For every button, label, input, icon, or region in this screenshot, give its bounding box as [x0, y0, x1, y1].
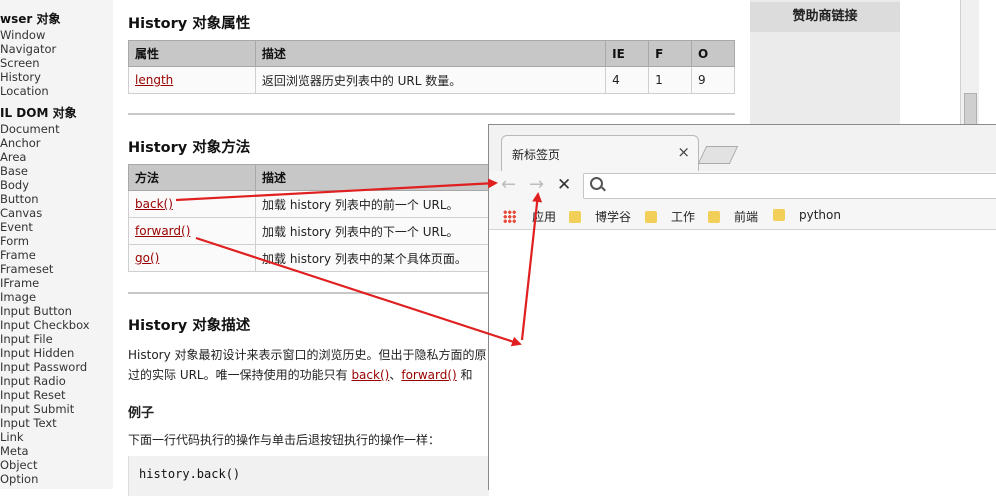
bookmark-label: 前端	[734, 210, 759, 224]
example-text: 下面一行代码执行的操作与单击后退按钮执行的操作一样：	[128, 433, 441, 447]
sidebar-item-body[interactable]: Body	[0, 178, 113, 192]
sidebar-item-anchor[interactable]: Anchor	[0, 136, 113, 150]
description-line-1: History 对象最初设计来表示窗口的浏览历史。但出于隐私方面的原	[128, 348, 487, 362]
table-row: length 返回浏览器历史列表中的 URL 数量。 4 1 9	[128, 66, 735, 94]
stop-icon[interactable]: ✕	[557, 174, 571, 196]
bookmark-boxuegu[interactable]: 博学谷	[569, 208, 631, 225]
browser-toolbar: ← → ✕	[489, 171, 996, 201]
search-icon	[590, 177, 603, 190]
sidebar-item-screen[interactable]: Screen	[0, 56, 113, 70]
tab-title: 新标签页	[512, 148, 561, 162]
tab-new-tab[interactable]: 新标签页 ×	[501, 135, 699, 172]
cell-o: 9	[691, 66, 735, 94]
folder-icon	[708, 211, 720, 223]
sidebar-item-input-radio[interactable]: Input Radio	[0, 374, 113, 388]
sidebar-item-button[interactable]: Button	[0, 192, 113, 206]
apps-grid-icon	[503, 210, 516, 223]
methods-title: History 对象方法	[128, 140, 251, 156]
col-header-property: 属性	[128, 40, 256, 67]
sidebar-section-browser: wser 对象	[0, 12, 61, 26]
cell-f: 1	[648, 66, 693, 94]
bookmark-label: 应用	[532, 210, 557, 224]
folder-icon	[773, 209, 785, 221]
sidebar-item-image[interactable]: Image	[0, 290, 113, 304]
sponsor-title: 赞助商链接	[750, 2, 900, 32]
sidebar-item-frame[interactable]: Frame	[0, 248, 113, 262]
forward-arrow-icon[interactable]: →	[529, 174, 544, 196]
bookmark-frontend[interactable]: 前端	[708, 208, 758, 225]
sidebar-item-document[interactable]: Document	[0, 122, 113, 136]
bookmark-apps[interactable]: 应用	[503, 208, 556, 225]
new-tab-button[interactable]	[697, 146, 739, 164]
left-sidebar: wser 对象 Window Navigator Screen History Loca…	[0, 0, 113, 489]
description-text: 过的实际 URL。唯一保持使用的功能只有	[128, 368, 352, 382]
folder-icon	[569, 211, 581, 223]
sidebar-item-input-password[interactable]: Input Password	[0, 360, 113, 374]
bookmark-label: 工作	[671, 210, 696, 224]
col-header-o: O	[691, 40, 735, 67]
back-method-link[interactable]: back()	[135, 197, 173, 211]
tab-strip: 新标签页 ×	[489, 125, 996, 172]
sidebar-item-area[interactable]: Area	[0, 150, 113, 164]
sidebar-item-location[interactable]: Location	[0, 84, 113, 98]
back-arrow-icon[interactable]: ←	[501, 174, 516, 196]
code-line: history.back()	[139, 467, 241, 481]
sidebar-item-input-checkbox[interactable]: Input Checkbox	[0, 318, 113, 332]
sidebar-item-input-hidden[interactable]: Input Hidden	[0, 346, 113, 360]
forward-inline-link[interactable]: forward()	[401, 368, 456, 382]
cell-ie: 4	[605, 66, 650, 94]
sidebar-item-iframe[interactable]: IFrame	[0, 276, 113, 290]
bookmark-python[interactable]: python	[773, 208, 841, 222]
address-bar[interactable]	[583, 173, 996, 199]
bookmarks-bar: 应用 博学谷 工作 前端 python	[489, 201, 996, 230]
description-line-2: 过的实际 URL。唯一保持使用的功能只有 back()、forward() 和	[128, 366, 473, 383]
separator-text: 、	[389, 368, 402, 382]
example-title: 例子	[128, 406, 155, 421]
sidebar-item-frameset[interactable]: Frameset	[0, 262, 113, 276]
sidebar-item-input-text[interactable]: Input Text	[0, 416, 113, 430]
sidebar-item-window[interactable]: Window	[0, 28, 113, 42]
sidebar-item-input-file[interactable]: Input File	[0, 332, 113, 346]
sidebar-section-dom: IL DOM 对象	[0, 106, 77, 120]
sidebar-item-history[interactable]: History	[0, 70, 113, 84]
col-header-f: F	[648, 40, 693, 67]
cell-description: 返回浏览器历史列表中的 URL 数量。	[254, 66, 607, 94]
properties-table: 属性 描述 IE F O length 返回浏览器历史列表中的 URL 数量。 …	[128, 40, 735, 94]
bookmark-label: 博学谷	[595, 210, 632, 224]
properties-title: History 对象属性	[128, 16, 251, 32]
sidebar-item-form[interactable]: Form	[0, 234, 113, 248]
col-header-description: 描述	[254, 40, 607, 67]
go-method-link[interactable]: go()	[135, 251, 159, 265]
folder-icon	[645, 211, 657, 223]
browser-window: 新标签页 × ← → ✕ 应用 博学谷 工作 前端 python	[488, 124, 996, 490]
sidebar-item-input-submit[interactable]: Input Submit	[0, 402, 113, 416]
col-header-method: 方法	[128, 164, 256, 191]
sidebar-item-input-button[interactable]: Input Button	[0, 304, 113, 318]
col-header-ie: IE	[605, 40, 650, 67]
sidebar-item-base[interactable]: Base	[0, 164, 113, 178]
description-text: 和	[456, 368, 473, 382]
length-link[interactable]: length	[135, 73, 173, 87]
sidebar-item-navigator[interactable]: Navigator	[0, 42, 113, 56]
description-title: History 对象描述	[128, 318, 251, 334]
sidebar-item-input-reset[interactable]: Input Reset	[0, 388, 113, 402]
sidebar-item-option[interactable]: Option	[0, 472, 113, 486]
sidebar-item-link[interactable]: Link	[0, 430, 113, 444]
sidebar-item-object[interactable]: Object	[0, 458, 113, 472]
code-block: history.back()	[128, 456, 489, 496]
sidebar-item-event[interactable]: Event	[0, 220, 113, 234]
sidebar-item-meta[interactable]: Meta	[0, 444, 113, 458]
bookmark-label: python	[799, 208, 841, 222]
back-inline-link[interactable]: back()	[351, 368, 389, 382]
sidebar-item-canvas[interactable]: Canvas	[0, 206, 113, 220]
close-icon[interactable]: ×	[677, 143, 690, 161]
bookmark-work[interactable]: 工作	[645, 208, 695, 225]
forward-method-link[interactable]: forward()	[135, 224, 190, 238]
divider	[128, 113, 735, 115]
